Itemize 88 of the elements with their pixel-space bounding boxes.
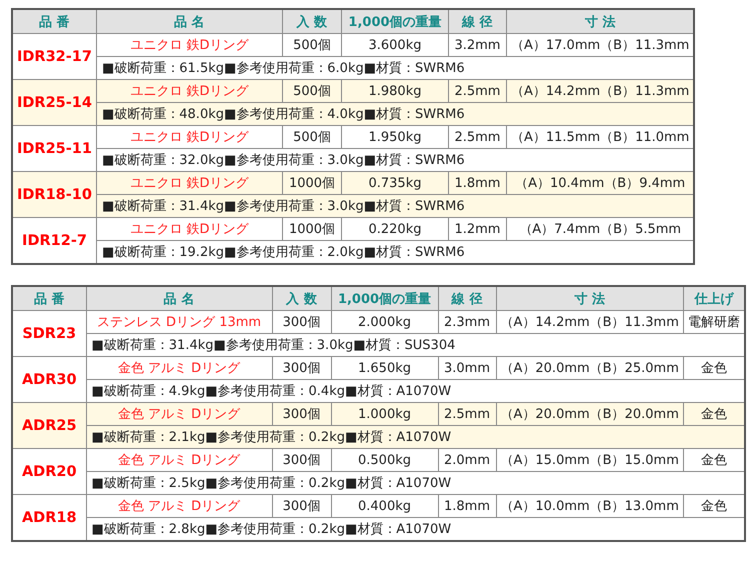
wire-diameter: 3.2mm [448,34,506,56]
spec-text: ■破断荷重：4.9kg■参考使用荷重：0.4kg■材質：A1070W [86,380,745,402]
product-code: ADR30 [12,356,86,402]
spec-text: ■破断荷重：31.4kg■参考使用荷重：3.0kg■材質：SWRM6 [96,194,694,218]
finish: 金色 [683,402,745,426]
product-name: ユニクロ 鉄Dリング [96,34,282,56]
quantity: 300個 [272,356,331,380]
product-name: 金色 アルミ Dリング [86,356,272,380]
product-code: IDR25-11 [12,126,96,172]
product-code: SDR23 [12,310,86,356]
product-name: ユニクロ 鉄Dリング [96,80,282,102]
dimensions: （A）15.0mm（B）15.0mm [496,448,684,472]
dimensions: （A）11.5mm（B）11.0mm [506,126,694,148]
product-name: ユニクロ 鉄Dリング [96,218,282,240]
column-header: 入 数 [272,286,331,310]
quantity: 1000個 [282,218,342,240]
spec-text: ■破断荷重：61.5kg■参考使用荷重：6.0kg■材質：SWRM6 [96,56,694,80]
product-code: IDR18-10 [12,172,96,218]
product-name: ユニクロ 鉄Dリング [96,172,282,194]
finish: 金色 [683,494,745,518]
finish: 金色 [683,356,745,380]
wire-diameter: 2.5mm [448,126,506,148]
wire-diameter: 2.0mm [438,448,496,472]
dimensions: （A）20.0mm（B）25.0mm [496,356,684,380]
quantity: 300個 [272,494,331,518]
column-header: 品 番 [12,9,96,34]
column-header: 寸 法 [506,9,694,34]
wire-diameter: 1.2mm [448,218,506,240]
product-name: ユニクロ 鉄Dリング [96,126,282,148]
quantity: 500個 [282,126,342,148]
dimensions: （A）7.4mm（B）5.5mm [506,218,694,240]
spec-text: ■破断荷重：2.1kg■参考使用荷重：0.2kg■材質：A1070W [86,426,745,448]
spec-text: ■破断荷重：31.4kg■参考使用荷重：3.0kg■材質：SUS304 [86,334,745,356]
finish: 電解研磨 [683,310,745,334]
column-header: 入 数 [282,9,342,34]
weight-value: 1.980kg [341,80,448,102]
weight-value: 1.950kg [341,126,448,148]
dimensions: （A）17.0mm（B）11.3mm [506,34,694,56]
spec-text: ■破断荷重：19.2kg■参考使用荷重：2.0kg■材質：SWRM6 [96,240,694,264]
finish: 金色 [683,448,745,472]
quantity: 300個 [272,310,331,334]
weight-value: 0.220kg [341,218,448,240]
product-name: 金色 アルミ Dリング [86,402,272,426]
spec-text: ■破断荷重：2.8kg■参考使用荷重：0.2kg■材質：A1070W [86,518,745,541]
column-header: 品 名 [86,286,272,310]
product-code: ADR25 [12,402,86,448]
weight-value: 0.500kg [331,448,438,472]
spec-text: ■破断荷重：48.0kg■参考使用荷重：4.0kg■材質：SWRM6 [96,102,694,126]
spec-text: ■破断荷重：32.0kg■参考使用荷重：3.0kg■材質：SWRM6 [96,148,694,172]
weight-value: 0.735kg [341,172,448,194]
quantity: 500個 [282,80,342,102]
column-header: 1,000個の重量 [331,286,438,310]
column-header: 寸 法 [496,286,684,310]
product-code: ADR18 [12,494,86,541]
product-name: ステンレス Dリング 13mm [86,310,272,334]
column-header: 品 番 [12,286,86,310]
weight-value: 3.600kg [341,34,448,56]
product-code: IDR25-14 [12,80,96,126]
wire-diameter: 1.8mm [438,494,496,518]
wire-diameter: 3.0mm [438,356,496,380]
column-header: 仕上げ [683,286,745,310]
dimensions: （A）10.0mm（B）13.0mm [496,494,684,518]
weight-value: 2.000kg [331,310,438,334]
product-code: IDR32-17 [12,34,96,80]
wire-diameter: 2.5mm [438,402,496,426]
dimensions: （A）10.4mm（B）9.4mm [506,172,694,194]
weight-value: 1.650kg [331,356,438,380]
column-header: 1,000個の重量 [341,9,448,34]
product-name: 金色 アルミ Dリング [86,448,272,472]
wire-diameter: 2.5mm [448,80,506,102]
spec-text: ■破断荷重：2.5kg■参考使用荷重：0.2kg■材質：A1070W [86,472,745,494]
product-name: 金色 アルミ Dリング [86,494,272,518]
wire-diameter: 2.3mm [438,310,496,334]
product-code: ADR20 [12,448,86,494]
dimensions: （A）14.2mm（B）11.3mm [496,310,684,334]
quantity: 300個 [272,402,331,426]
wire-diameter: 1.8mm [448,172,506,194]
column-header: 品 名 [96,9,282,34]
column-header: 線 径 [438,286,496,310]
product-code: IDR12-7 [12,218,96,264]
dimensions: （A）20.0mm（B）20.0mm [496,402,684,426]
dimensions: （A）14.2mm（B）11.3mm [506,80,694,102]
column-header: 線 径 [448,9,506,34]
quantity: 300個 [272,448,331,472]
quantity: 500個 [282,34,342,56]
quantity: 1000個 [282,172,342,194]
weight-value: 0.400kg [331,494,438,518]
weight-value: 1.000kg [331,402,438,426]
